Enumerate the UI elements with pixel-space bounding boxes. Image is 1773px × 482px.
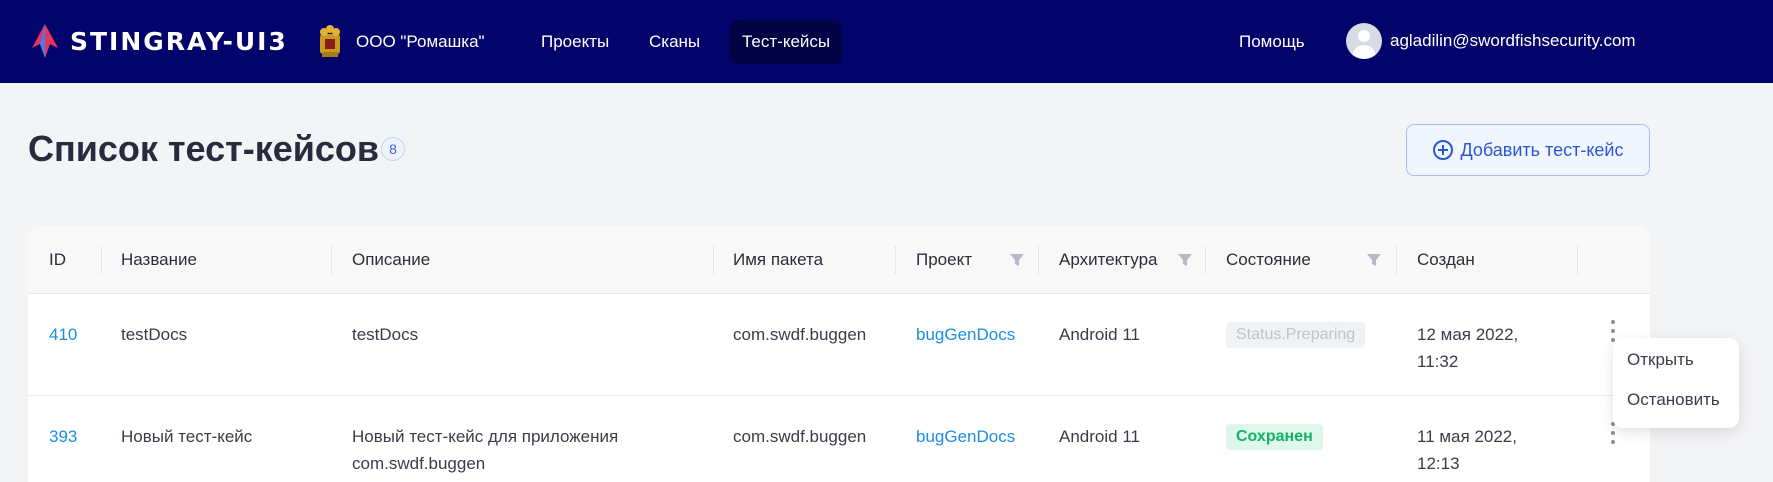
app-name: STINGRAY-UI3 (70, 26, 288, 56)
add-test-case-label: Добавить тест-кейс (1460, 139, 1624, 160)
column-header-id[interactable]: ID (49, 226, 66, 294)
user-email: agladilin@swordfishsecurity.com (1390, 31, 1636, 50)
package-name: com.swdf.buggen (733, 325, 867, 344)
organization-selector[interactable]: ООО "Ромашка" (314, 24, 485, 60)
add-test-case-button[interactable]: Добавить тест-кейс (1406, 124, 1650, 176)
test-case-name: Новый тест-кейс (121, 427, 253, 446)
project-link[interactable]: bugGenDocs (916, 423, 1015, 450)
nav-scans[interactable]: Сканы (637, 20, 712, 64)
row-actions-menu-icon[interactable] (1610, 422, 1616, 444)
architecture: Android 11 (1059, 427, 1140, 446)
nav-projects[interactable]: Проекты (529, 20, 621, 64)
menu-item-stop[interactable]: Остановить (1627, 390, 1720, 410)
architecture-filter-icon[interactable] (1178, 253, 1192, 267)
menu-item-open[interactable]: Открыть (1627, 350, 1694, 370)
column-header-architecture[interactable]: Архитектура (1059, 226, 1157, 294)
nav-test-cases[interactable]: Тест-кейсы (730, 20, 843, 64)
column-header-description[interactable]: Описание (352, 226, 430, 294)
app-logo[interactable]: STINGRAY-UI3 (28, 22, 288, 60)
table-header: ID Название Описание Имя пакета Проект А… (28, 226, 1650, 294)
help-link[interactable]: Помощь (1227, 20, 1317, 64)
test-case-id-link[interactable]: 410 (49, 321, 77, 348)
page-title: Список тест-кейсов (28, 128, 380, 169)
test-cases-table: ID Название Описание Имя пакета Проект А… (28, 226, 1650, 482)
test-case-description: testDocs (352, 325, 419, 344)
test-case-id-link[interactable]: 393 (49, 423, 77, 450)
status-badge: Сохранен (1226, 424, 1323, 450)
column-header-package[interactable]: Имя пакета (733, 226, 823, 294)
avatar (1346, 23, 1382, 59)
row-actions-dropdown: Открыть Остановить (1613, 338, 1739, 428)
architecture: Android 11 (1059, 325, 1140, 344)
organization-name: ООО "Ромашка" (356, 32, 485, 51)
plus-circle-icon (1432, 140, 1453, 160)
column-header-created[interactable]: Создан (1417, 226, 1475, 294)
status-filter-icon[interactable] (1367, 253, 1381, 267)
column-header-status[interactable]: Состояние (1226, 226, 1311, 294)
test-case-name: testDocs (121, 325, 188, 344)
organization-crest-icon (320, 25, 340, 57)
test-case-count-badge: 8 (381, 137, 405, 161)
created-date: 12 мая 2022, 11:32 (1417, 325, 1519, 371)
project-filter-icon[interactable] (1010, 253, 1024, 267)
row-actions-menu-icon[interactable] (1610, 320, 1616, 342)
package-name: com.swdf.buggen (733, 427, 867, 446)
top-navigation-bar: STINGRAY-UI3 ООО "Ромашка" Проекты Сканы… (0, 0, 1773, 83)
status-badge: Status.Preparing (1226, 322, 1366, 348)
user-menu[interactable]: agladilin@swordfishsecurity.com (1346, 23, 1636, 59)
created-date: 11 мая 2022, 12:13 (1417, 427, 1517, 473)
stingray-logo-icon (32, 24, 58, 58)
test-case-description: Новый тест-кейс для приложения com.swdf.… (352, 427, 619, 473)
column-header-name[interactable]: Название (121, 226, 197, 294)
column-header-project[interactable]: Проект (916, 226, 972, 294)
project-link[interactable]: bugGenDocs (916, 321, 1015, 348)
table-row[interactable]: 410 testDocs testDocs com.swdf.buggen bu… (28, 294, 1650, 396)
table-row[interactable]: 393 Новый тест-кейс Новый тест-кейс для … (28, 396, 1650, 482)
